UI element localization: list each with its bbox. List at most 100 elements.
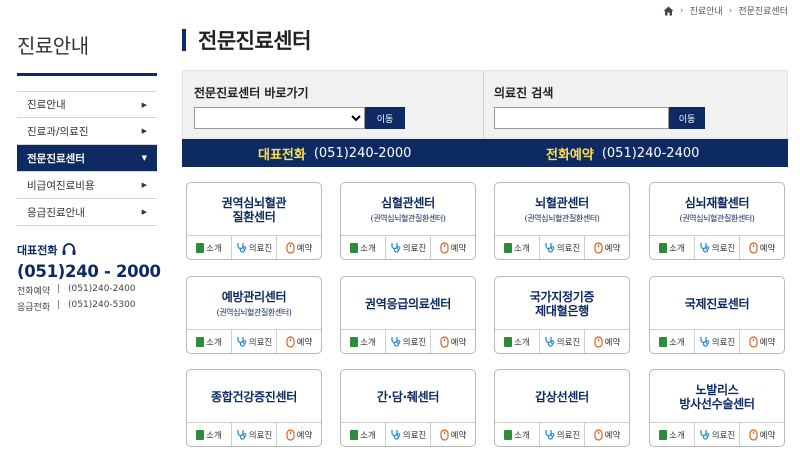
reserve-button[interactable]: 예약 bbox=[584, 423, 629, 446]
banner-main-phone: 대표전화 (051)240-2000 bbox=[258, 145, 412, 163]
intro-button[interactable]: 소개 bbox=[495, 236, 539, 259]
center-name: 권역심뇌혈관 질환센터 bbox=[221, 195, 287, 224]
breadcrumb-item[interactable]: 전문진료센터 bbox=[738, 4, 788, 17]
sidebar-title: 진료안내 bbox=[17, 34, 89, 58]
center-card-title[interactable]: 심뇌재활센터 (권역심뇌혈관질환센터) bbox=[650, 183, 784, 237]
reserve-button[interactable]: 예약 bbox=[584, 330, 629, 353]
reserve-button[interactable]: 예약 bbox=[430, 423, 475, 446]
center-go-button[interactable]: 이동 bbox=[365, 107, 405, 129]
reserve-button[interactable]: 예약 bbox=[276, 423, 321, 446]
mouse-icon bbox=[749, 335, 758, 348]
doctors-button[interactable]: 의료진 bbox=[694, 236, 739, 259]
doctors-button[interactable]: 의료진 bbox=[539, 236, 584, 259]
reserve-button[interactable]: 예약 bbox=[430, 330, 475, 353]
page-title-block: 전문진료센터 bbox=[182, 25, 311, 55]
mouse-icon bbox=[440, 335, 449, 348]
mouse-icon bbox=[749, 241, 758, 254]
intro-button[interactable]: 소개 bbox=[650, 330, 694, 353]
center-card-title[interactable]: 뇌혈관센터 (권역심뇌혈관질환센터) bbox=[495, 183, 629, 237]
center-name: 국제진료센터 bbox=[684, 296, 750, 311]
center-card: 예방관리센터 (권역심뇌혈관질환센터) 소개 의료진 예약 bbox=[186, 276, 322, 354]
doctors-button[interactable]: 의료진 bbox=[539, 330, 584, 353]
reserve-button[interactable]: 예약 bbox=[739, 236, 784, 259]
reserve-button[interactable]: 예약 bbox=[276, 236, 321, 259]
doctor-search-input[interactable] bbox=[494, 107, 669, 129]
intro-button[interactable]: 소개 bbox=[650, 423, 694, 446]
breadcrumb-item[interactable]: 진료안내 bbox=[690, 4, 723, 17]
mouse-icon bbox=[286, 335, 295, 348]
home-icon[interactable] bbox=[663, 6, 674, 16]
center-card-actions: 소개 의료진 예약 bbox=[650, 422, 784, 446]
doctors-button[interactable]: 의료진 bbox=[231, 236, 276, 259]
chevron-right-icon: ▶ bbox=[141, 181, 147, 189]
doctor-go-button[interactable]: 이동 bbox=[669, 107, 705, 129]
intro-button[interactable]: 소개 bbox=[341, 236, 385, 259]
intro-button[interactable]: 소개 bbox=[495, 423, 539, 446]
doctors-button[interactable]: 의료진 bbox=[539, 423, 584, 446]
center-card-actions: 소개 의료진 예약 bbox=[341, 422, 475, 446]
doctors-button[interactable]: 의료진 bbox=[231, 423, 276, 446]
intro-button[interactable]: 소개 bbox=[650, 236, 694, 259]
doctor-search-label: 의료진 검색 bbox=[494, 86, 554, 100]
book-icon bbox=[350, 242, 359, 253]
center-card-actions: 소개 의료진 예약 bbox=[187, 422, 321, 446]
center-name: 뇌혈관센터 bbox=[535, 195, 589, 210]
mouse-icon bbox=[286, 428, 295, 441]
reserve-button[interactable]: 예약 bbox=[430, 236, 475, 259]
doctors-button[interactable]: 의료진 bbox=[385, 236, 430, 259]
book-icon bbox=[504, 429, 513, 440]
stethoscope-icon bbox=[700, 430, 710, 440]
center-card-title[interactable]: 예방관리센터 (권역심뇌혈관질환센터) bbox=[187, 277, 321, 331]
page-title: 전문진료센터 bbox=[198, 29, 311, 53]
sidebar-contact: 대표전화 (051)240 - 2000 전화예약 | (051)240-2400 … bbox=[17, 242, 162, 313]
chevron-right-icon: ▶ bbox=[141, 208, 147, 216]
book-icon bbox=[350, 429, 359, 440]
sidebar-menu: 진료안내 ▶ 진료과/의료진 ▶ 전문진료센터 ▼ 비급여진료비용 ▶ 응급진료안내 ▶ bbox=[17, 91, 157, 226]
center-card-actions: 소개 의료진 예약 bbox=[187, 329, 321, 353]
intro-button[interactable]: 소개 bbox=[341, 330, 385, 353]
breadcrumb-separator: › bbox=[679, 5, 684, 16]
reserve-button[interactable]: 예약 bbox=[739, 423, 784, 446]
doctors-button[interactable]: 의료진 bbox=[694, 423, 739, 446]
center-card-title[interactable]: 권역응급의료센터 bbox=[341, 277, 475, 331]
center-card-title[interactable]: 간·담·췌센터 bbox=[341, 370, 475, 424]
center-card: 국제진료센터 소개 의료진 예약 bbox=[649, 276, 785, 354]
center-subtitle: (권역심뇌혈관질환센터) bbox=[679, 214, 755, 224]
intro-button[interactable]: 소개 bbox=[187, 236, 231, 259]
intro-button[interactable]: 소개 bbox=[341, 423, 385, 446]
sidebar-item-non-covered-fees[interactable]: 비급여진료비용 ▶ bbox=[17, 172, 157, 199]
intro-button[interactable]: 소개 bbox=[187, 423, 231, 446]
doctors-button[interactable]: 의료진 bbox=[385, 423, 430, 446]
intro-button[interactable]: 소개 bbox=[495, 330, 539, 353]
doctors-button[interactable]: 의료진 bbox=[231, 330, 276, 353]
intro-button[interactable]: 소개 bbox=[187, 330, 231, 353]
center-card: 권역응급의료센터 소개 의료진 예약 bbox=[340, 276, 476, 354]
center-card-title[interactable]: 심혈관센터 (권역심뇌혈관질환센터) bbox=[341, 183, 475, 237]
stethoscope-icon bbox=[545, 430, 555, 440]
center-card-title[interactable]: 권역심뇌혈관 질환센터 bbox=[187, 183, 321, 237]
center-card-title[interactable]: 국가지정기증 제대혈은행 bbox=[495, 277, 629, 331]
sidebar-item-specialty-centers[interactable]: 전문진료센터 ▼ bbox=[17, 145, 157, 172]
sidebar-item-departments[interactable]: 진료과/의료진 ▶ bbox=[17, 118, 157, 145]
reserve-button[interactable]: 예약 bbox=[739, 330, 784, 353]
mouse-icon bbox=[594, 428, 603, 441]
stethoscope-icon bbox=[700, 243, 710, 253]
center-card-title[interactable]: 갑상선센터 bbox=[495, 370, 629, 424]
contact-label: 대표전화 bbox=[17, 244, 58, 257]
center-card-actions: 소개 의료진 예약 bbox=[650, 235, 784, 259]
headset-icon bbox=[62, 243, 76, 255]
book-icon bbox=[659, 336, 668, 347]
center-card-title[interactable]: 노발리스 방사선수술센터 bbox=[650, 370, 784, 424]
center-card-title[interactable]: 국제진료센터 bbox=[650, 277, 784, 331]
center-card: 국가지정기증 제대혈은행 소개 의료진 예약 bbox=[494, 276, 630, 354]
center-card-title[interactable]: 종합건강증진센터 bbox=[187, 370, 321, 424]
doctors-button[interactable]: 의료진 bbox=[385, 330, 430, 353]
sidebar-item-emergency[interactable]: 응급진료안내 ▶ bbox=[17, 199, 157, 226]
center-select[interactable] bbox=[194, 107, 365, 129]
reserve-button[interactable]: 예약 bbox=[584, 236, 629, 259]
sidebar-item-care-guide[interactable]: 진료안내 ▶ bbox=[17, 91, 157, 118]
doctors-button[interactable]: 의료진 bbox=[694, 330, 739, 353]
chevron-down-icon: ▼ bbox=[141, 154, 147, 162]
center-card-actions: 소개 의료진 예약 bbox=[341, 235, 475, 259]
reserve-button[interactable]: 예약 bbox=[276, 330, 321, 353]
